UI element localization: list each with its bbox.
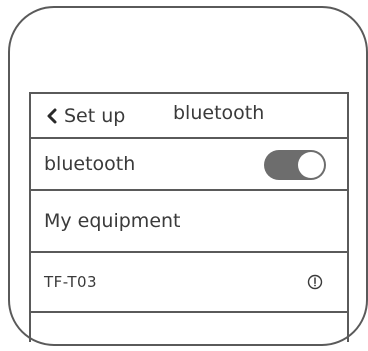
device-name: TF-T03 — [44, 273, 98, 291]
my-equipment-header: My equipment — [31, 189, 347, 251]
back-label: Set up — [64, 104, 126, 127]
device-row[interactable]: TF-T03 — [31, 251, 347, 311]
chevron-left-icon — [47, 108, 57, 123]
nav-header: Set up bluetooth — [31, 92, 347, 137]
page-title: bluetooth — [173, 102, 265, 124]
back-button[interactable]: Set up — [44, 105, 125, 127]
bluetooth-toggle[interactable] — [264, 150, 326, 180]
info-icon[interactable] — [307, 274, 323, 290]
bluetooth-label: bluetooth — [44, 153, 136, 175]
bluetooth-row: bluetooth — [31, 137, 347, 189]
my-equipment-label: My equipment — [44, 210, 181, 232]
toggle-knob — [298, 152, 324, 178]
list-item — [31, 311, 347, 351]
settings-screen: Set up bluetooth bluetooth My equipment … — [29, 92, 349, 342]
